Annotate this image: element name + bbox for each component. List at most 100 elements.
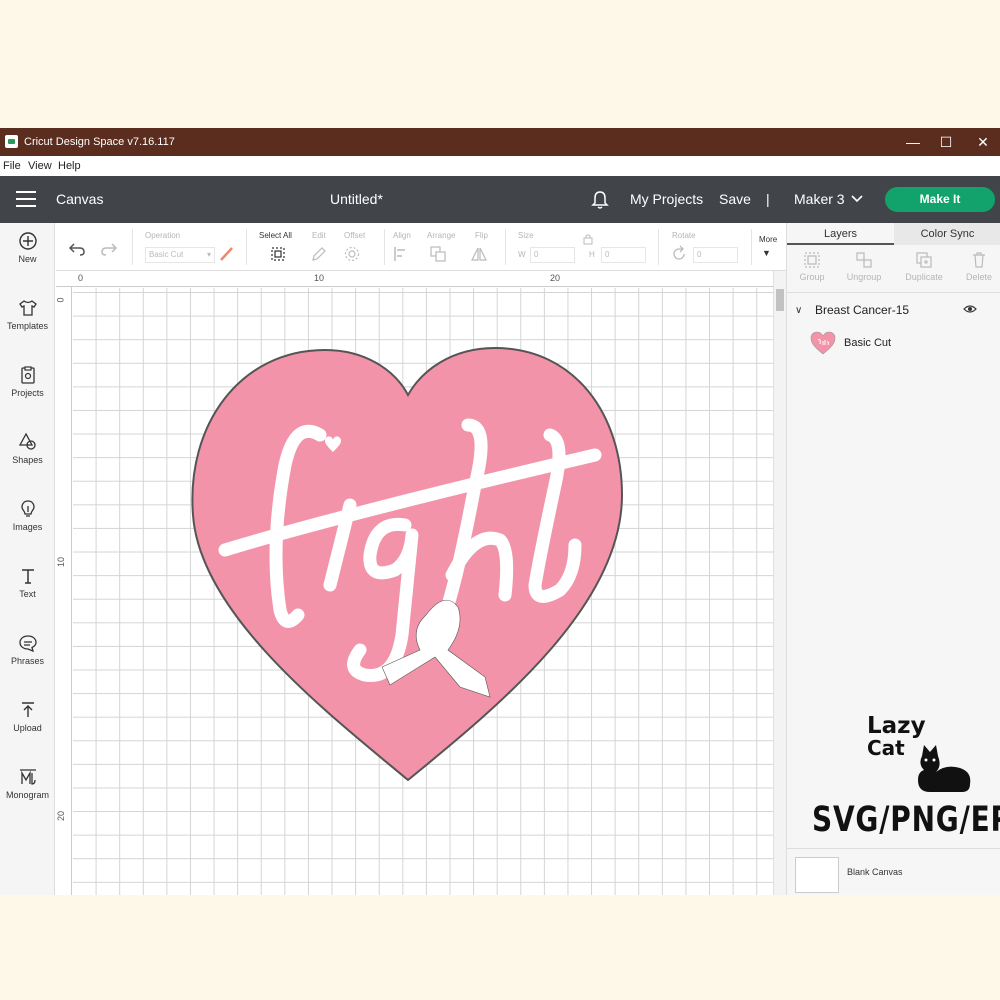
machine-selector[interactable]: Maker 3 xyxy=(794,191,845,207)
sidebar-item-label: Images xyxy=(12,522,43,532)
edit-label: Edit xyxy=(312,231,326,240)
flip-label: Flip xyxy=(475,231,488,240)
lock-icon[interactable] xyxy=(582,233,594,245)
menu-file[interactable]: File xyxy=(3,160,21,172)
title-bar: Cricut Design Space v7.16.117 — ☐ ✕ xyxy=(0,128,1000,156)
flip-icon[interactable] xyxy=(470,245,488,263)
delete-label: Delete xyxy=(965,272,992,282)
duplicate-label: Duplicate xyxy=(905,272,943,282)
sidebar-item-label: Templates xyxy=(6,321,49,331)
sidebar-item-label: Upload xyxy=(13,723,42,733)
sidebar-item-shapes[interactable]: Shapes xyxy=(0,424,55,484)
tab-layers[interactable]: Layers xyxy=(787,223,894,245)
save-button[interactable]: Save xyxy=(719,191,751,207)
group-icon xyxy=(804,252,820,268)
make-it-button[interactable]: Make It xyxy=(885,187,995,212)
layers-panel: Layers Color Sync Group Ungroup Duplicat… xyxy=(786,223,1000,895)
heart-fight-artwork[interactable] xyxy=(190,345,625,785)
rotate-value: 0 xyxy=(697,250,702,259)
select-all-icon[interactable] xyxy=(269,245,287,263)
size-label: Size xyxy=(518,231,534,240)
app-logo-icon xyxy=(5,135,18,148)
delete-button[interactable]: Delete xyxy=(954,251,1000,282)
height-value: 0 xyxy=(605,250,610,259)
menu-bar: File View Help xyxy=(0,156,1000,176)
collapse-chevron-icon[interactable]: ∨ xyxy=(795,305,802,316)
arrange-icon[interactable] xyxy=(429,245,447,263)
sidebar-item-monogram[interactable]: Monogram xyxy=(0,759,55,819)
operation-select[interactable]: Basic Cut ▾ xyxy=(145,247,215,263)
redo-icon[interactable] xyxy=(100,240,118,258)
sidebar-item-new[interactable]: New xyxy=(0,223,55,283)
more-dropdown-icon[interactable]: ▼ xyxy=(762,248,771,258)
edit-pencil-icon[interactable] xyxy=(310,245,328,263)
sidebar-item-templates[interactable]: Templates xyxy=(0,290,55,350)
ruler-horizontal: 0 10 20 xyxy=(56,271,773,287)
window-title: Cricut Design Space v7.16.117 xyxy=(24,136,175,148)
group-button[interactable]: Group xyxy=(787,251,837,282)
bulb-icon xyxy=(20,500,35,517)
cat-logo-icon xyxy=(918,745,971,792)
align-icon[interactable] xyxy=(392,245,410,263)
blank-canvas-row[interactable]: Blank Canvas xyxy=(787,848,1000,895)
shapes-icon xyxy=(18,432,36,450)
sidebar-item-label: Projects xyxy=(11,388,44,398)
sidebar-item-label: Monogram xyxy=(5,790,50,800)
sidebar-item-text[interactable]: Text xyxy=(0,558,55,618)
document-title: Untitled* xyxy=(330,191,383,207)
menu-help[interactable]: Help xyxy=(58,160,81,172)
bell-icon[interactable] xyxy=(591,190,609,210)
width-input[interactable]: 0 xyxy=(530,247,575,263)
width-value: 0 xyxy=(534,250,539,259)
ungroup-button[interactable]: Ungroup xyxy=(839,251,889,282)
tab-color-sync[interactable]: Color Sync xyxy=(894,223,1000,245)
edit-toolbar: Operation Basic Cut ▾ Select All Edit Of… xyxy=(56,223,786,271)
arrange-label: Arrange xyxy=(427,231,456,240)
ruler-tick-label: 0 xyxy=(78,273,84,283)
toolbar-separator xyxy=(132,229,133,265)
ungroup-icon xyxy=(856,252,872,268)
shirt-icon xyxy=(18,300,37,316)
height-label: H xyxy=(589,250,595,259)
sidebar-item-upload[interactable]: Upload xyxy=(0,692,55,752)
menu-view[interactable]: View xyxy=(28,160,52,172)
operation-value: Basic Cut xyxy=(149,250,184,259)
scrollbar-thumb[interactable] xyxy=(776,289,784,311)
clipboard-icon xyxy=(20,366,35,384)
pen-color-icon[interactable] xyxy=(218,245,236,263)
hamburger-menu-icon[interactable] xyxy=(16,191,36,207)
close-button[interactable]: ✕ xyxy=(973,133,993,151)
header-divider: | xyxy=(766,191,770,207)
sidebar-item-phrases[interactable]: Phrases xyxy=(0,625,55,685)
minimize-button[interactable]: — xyxy=(903,133,923,151)
sidebar-item-images[interactable]: Images xyxy=(0,491,55,551)
eye-icon[interactable] xyxy=(963,303,977,315)
more-button[interactable]: More xyxy=(759,235,777,244)
layer-actions: Group Ungroup Duplicate Delete xyxy=(787,245,1000,293)
dropdown-arrow-icon: ▾ xyxy=(206,250,211,259)
my-projects-link[interactable]: My Projects xyxy=(630,191,703,207)
duplicate-button[interactable]: Duplicate xyxy=(899,251,949,282)
canvas-scrollbar[interactable] xyxy=(773,271,786,895)
section-title: Canvas xyxy=(56,191,104,207)
sidebar-item-label: Phrases xyxy=(10,656,45,666)
sidebar-item-projects[interactable]: Projects xyxy=(0,357,55,417)
brand-name-line2: Cat xyxy=(867,736,905,760)
maximize-button[interactable]: ☐ xyxy=(936,133,956,151)
rotate-icon[interactable] xyxy=(670,245,688,263)
offset-icon[interactable] xyxy=(343,245,361,263)
ruler-tick-label: 10 xyxy=(314,273,325,283)
undo-icon[interactable] xyxy=(68,240,86,258)
ruler-tick-label: 20 xyxy=(550,273,561,283)
rotate-input[interactable]: 0 xyxy=(693,247,738,263)
ungroup-label: Ungroup xyxy=(846,272,882,282)
height-input[interactable]: 0 xyxy=(601,247,646,263)
layer-item-name[interactable]: Basic Cut xyxy=(844,337,891,349)
toolbar-separator xyxy=(505,229,506,265)
monogram-icon xyxy=(19,769,36,785)
blank-canvas-label: Blank Canvas xyxy=(847,867,903,877)
layer-group-name[interactable]: Breast Cancer-15 xyxy=(815,303,909,317)
toolbar-separator xyxy=(751,229,752,265)
offset-label: Offset xyxy=(344,231,366,240)
chevron-down-icon[interactable] xyxy=(850,194,864,204)
